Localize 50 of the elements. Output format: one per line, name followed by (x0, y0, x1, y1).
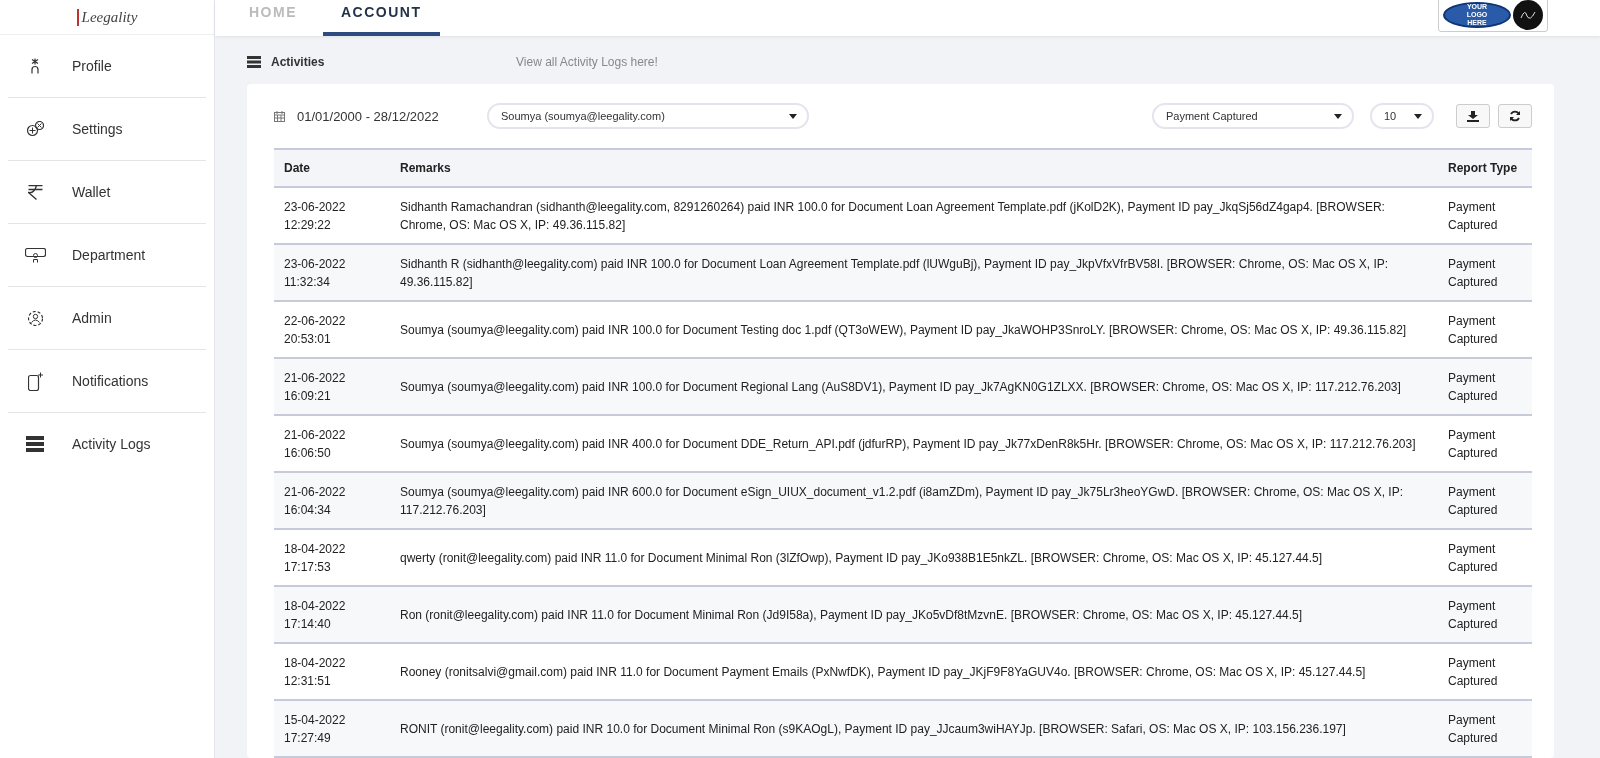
table-cell: Soumya (soumya@leegality.com) paid INR 600.0 for Document eSign_UIUX_document_v1.2.pdf (i8amZDm), Payment ID pay_Jk75Lr3heoYGwD. [BROWSER: Chrome, OS: Mac OS X, IP: 117.212.76.203] (390, 472, 1438, 529)
sidebar-item[interactable]: Settings (8, 98, 206, 161)
refresh-icon (1509, 110, 1521, 122)
brand-logo: Leegality (76, 8, 138, 26)
sidebar-item[interactable]: Department (8, 224, 206, 287)
table-cell: Payment Captured (1438, 586, 1532, 643)
user-dropdown[interactable]: Soumya (soumya@leegality.com) (487, 103, 809, 129)
sidebar-item[interactable]: Notifications (8, 350, 206, 413)
person-icon (31, 58, 39, 74)
list-icon (26, 436, 44, 452)
calendar-icon (274, 110, 285, 122)
nav-tab[interactable]: ACCOUNT (323, 0, 440, 36)
sidebar-item[interactable]: Wallet (8, 161, 206, 224)
table-cell: Payment Captured (1438, 244, 1532, 301)
gears-icon (26, 121, 44, 137)
table-cell: Payment Captured (1438, 358, 1532, 415)
page-hint: View all Activity Logs here! (516, 54, 658, 69)
sidebar-item[interactable]: Profile (8, 35, 206, 98)
table-cell: 15-04-2022 17:27:49 (274, 700, 390, 757)
refresh-button[interactable] (1498, 104, 1532, 128)
table-cell: 23-06-2022 11:32:34 (274, 244, 390, 301)
rupee-icon (27, 184, 43, 200)
caret-icon (1414, 113, 1422, 119)
table-cell: RONIT (ronit@leegality.com) paid INR 10.0 for Document Minimal Ron (s9KAOgL), Payment ID pay_JJcaum3wiHAYJp. [BROWSER: Safari, OS: Mac OS X, IP: 103.156.236.197] (390, 700, 1438, 757)
caret-icon (1334, 113, 1342, 119)
table-cell: Payment Captured (1438, 700, 1532, 757)
table-cell: Ron (ronit@leegality.com) paid INR 11.0 for Document Minimal Ron (Jd9I58a), Payment ID pay_JKo5vDf8tMzvnE. [BROWSER: Chrome, OS: Mac OS X, IP: 45.127.44.5] (390, 586, 1438, 643)
table-cell: Payment Captured (1438, 472, 1532, 529)
list-icon (247, 55, 261, 68)
table-cell: Sidhanth R (sidhanth@leegality.com) paid INR 100.0 for Document Loan Agreement Template.pdf (lUWguBj), Payment ID pay_JkpVfxVfrBV58I. [BROWSER: Chrome, OS: Mac OS X, IP: 49.36.115.82] (390, 244, 1438, 301)
page-title: Activities (271, 54, 326, 69)
column-header: Remarks (390, 149, 1438, 187)
department-icon (24, 247, 46, 263)
table-cell: 21-06-2022 16:09:21 (274, 358, 390, 415)
table-cell: Soumya (soumya@leegality.com) paid INR 100.0 for Document Regional Lang (AuS8DV1), Payment ID pay_Jk7AgKN0G1ZLXX. [BROWSER: Chrome, OS: Mac OS X, IP: 117.212.76.203] (390, 358, 1438, 415)
page-size-dropdown[interactable]: 10 (1370, 103, 1434, 129)
download-icon (1467, 110, 1479, 122)
column-header: Report Type (1438, 149, 1532, 187)
date-range-field[interactable]: 01/01/2000 - 28/12/2022 (297, 108, 487, 124)
caret-icon (789, 113, 797, 119)
admin-icon (27, 310, 43, 326)
report-type-dropdown[interactable]: Payment Captured (1152, 103, 1354, 129)
sidebar-item[interactable]: Admin (8, 287, 206, 350)
table-cell: 18-04-2022 17:14:40 (274, 586, 390, 643)
round-logo-icon (1513, 0, 1543, 30)
phone-icon (27, 371, 43, 391)
table-cell: 21-06-2022 16:04:34 (274, 472, 390, 529)
download-button[interactable] (1456, 104, 1490, 128)
column-header: Date (274, 149, 390, 187)
sidebar-item[interactable]: Activity Logs (8, 413, 206, 475)
